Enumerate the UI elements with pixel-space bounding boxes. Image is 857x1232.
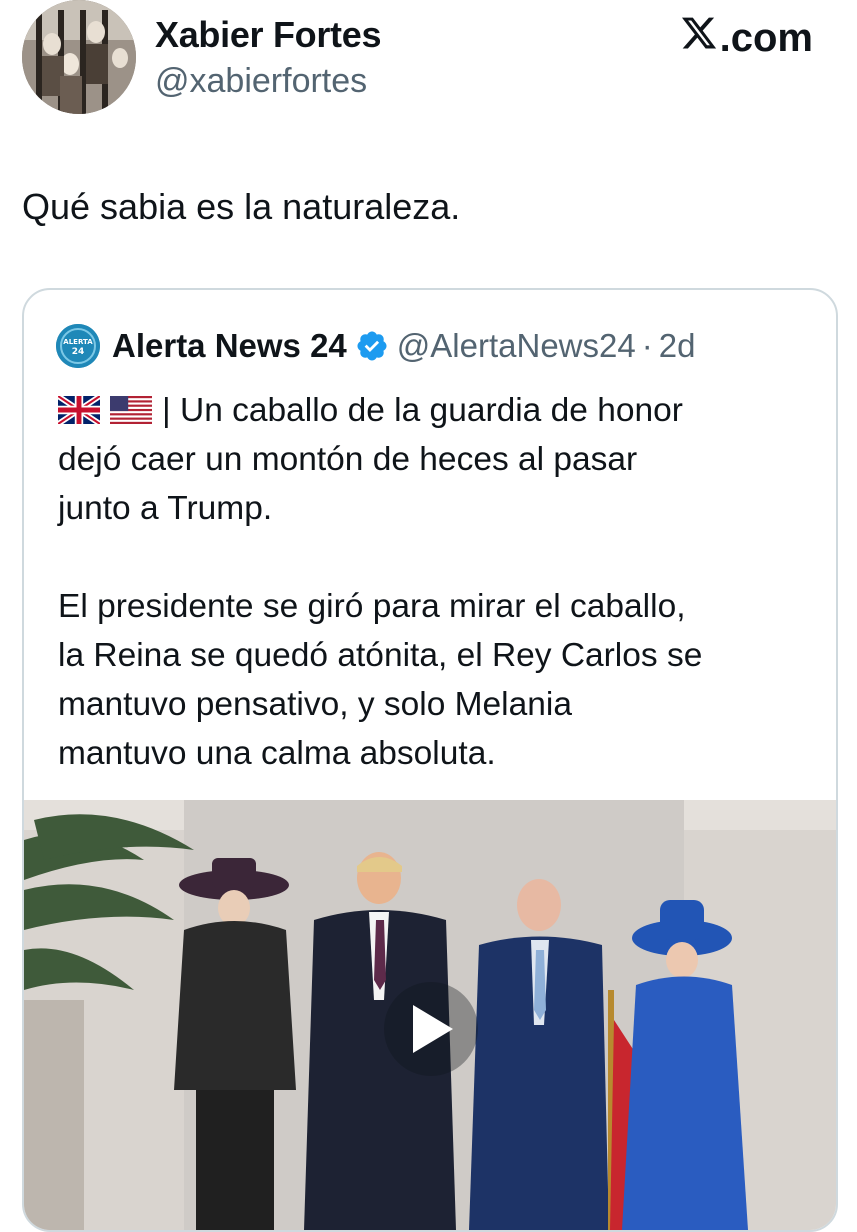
play-icon: [413, 1005, 453, 1053]
quoted-line-3: junto a Trump.: [58, 490, 273, 527]
quoted-avatar[interactable]: ALERTA 24: [56, 324, 100, 368]
x-logo-icon: [680, 14, 718, 62]
x-com-logo: .com: [680, 14, 813, 62]
quoted-line-2: dejó caer un montón de heces al pasar: [58, 441, 638, 478]
uk-flag-icon: [58, 396, 100, 424]
quoted-author-name[interactable]: Alerta News 24: [112, 327, 347, 365]
svg-text:24: 24: [72, 347, 85, 357]
author-name[interactable]: Xabier Fortes: [155, 14, 381, 56]
quoted-video[interactable]: [24, 800, 836, 1230]
quoted-line-6: mantuvo pensativo, y solo Melania: [58, 686, 572, 723]
x-domain: .com: [719, 15, 813, 60]
quoted-tweet-text: | Un caballo de la guardia de honor dejó…: [58, 386, 818, 778]
quoted-line-1: | Un caballo de la guardia de honor: [162, 392, 683, 429]
quoted-tweet[interactable]: ALERTA 24 Alerta News 24 @AlertaNews24 ·…: [22, 288, 838, 1232]
quoted-line-7: mantuvo una calma absoluta.: [58, 735, 496, 772]
svg-text:ALERTA: ALERTA: [63, 338, 93, 346]
quoted-line-5: la Reina se quedó atónita, el Rey Carlos…: [58, 637, 703, 674]
quoted-line-4: El presidente se giró para mirar el caba…: [58, 588, 686, 625]
us-flag-icon: [110, 396, 152, 424]
play-button[interactable]: [384, 982, 478, 1076]
separator-dot: ·: [641, 327, 653, 364]
quoted-author-handle[interactable]: @AlertaNews24: [397, 327, 636, 365]
tweet-text: Qué sabia es la naturaleza.: [22, 186, 461, 227]
quoted-timestamp[interactable]: 2d: [659, 327, 696, 365]
quoted-tweet-header: ALERTA 24 Alerta News 24 @AlertaNews24 ·…: [56, 324, 695, 368]
author-avatar[interactable]: [22, 0, 136, 114]
verified-badge-icon: [357, 331, 387, 361]
author-handle[interactable]: @xabierfortes: [155, 62, 367, 101]
